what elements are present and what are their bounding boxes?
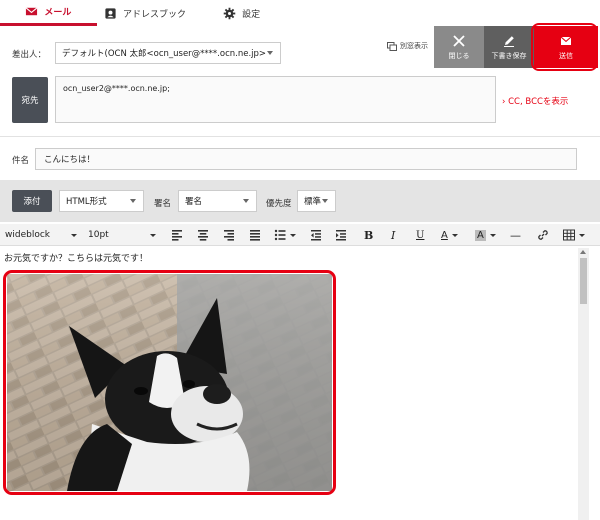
cc-bcc-label: CC, BCCを表示 [508,97,569,107]
tab-settings-label: 設定 [242,9,261,20]
align-right-button[interactable] [223,224,235,246]
align-justify-icon [250,230,260,241]
chevron-down-icon [290,233,296,237]
priority-select[interactable]: 標準 [297,190,336,212]
send-highlight-ring [531,23,598,71]
scrollbar-thumb[interactable] [580,258,587,304]
tab-addressbook-label: アドレスブック [123,9,187,20]
font-color-icon: A [441,229,448,241]
close-icon [453,34,465,47]
chevron-down-icon [322,199,328,203]
align-left-button[interactable] [171,224,183,246]
tab-addressbook[interactable]: アドレスブック [96,0,194,26]
bold-button[interactable]: B [364,224,373,246]
signature-label: 署名 [154,199,172,209]
link-button[interactable] [537,224,549,246]
to-value: ocn_user2@****.ocn.ne.jp; [63,84,170,93]
tab-settings[interactable]: 設定 [193,0,291,26]
close-label: 閉じる [448,51,470,60]
bullet-list-button[interactable] [274,224,296,246]
separate-window-label: 別窓表示 [400,42,428,50]
sender-value: デフォルト(OCN 太郎<ocn_user@****.ocn.ne.jp> [62,49,267,59]
chevron-down-icon [451,233,458,237]
underline-label: U [416,229,425,241]
chevron-down-icon [489,233,496,237]
link-icon [538,230,548,240]
highlight-icon: A [475,229,486,241]
attach-button[interactable]: 添付 [12,190,52,212]
outdent-icon [311,230,321,241]
signature-value: 署名 [185,197,203,207]
close-button[interactable]: 閉じる [434,26,484,68]
bold-label: B [364,228,374,242]
font-family-value: wideblock [5,230,50,240]
indent-icon [336,230,346,241]
priority-value: 標準 [304,197,322,207]
chevron-down-icon [71,233,77,237]
font-family-select[interactable]: wideblock [5,224,77,246]
chevron-down-icon [267,51,273,55]
priority-label: 優先度 [266,199,292,209]
chevron-right-icon: › [502,97,506,107]
subject-field[interactable]: こんにちは！ [35,148,577,170]
tab-mail-label: メール [44,8,72,18]
underline-button[interactable]: U [416,224,424,246]
align-left-icon [172,230,182,241]
format-select[interactable]: HTML形式 [59,190,144,212]
italic-button[interactable]: I [391,224,395,246]
photo-highlight-ring [3,270,336,495]
to-field[interactable]: ocn_user2@****.ocn.ne.jp; [55,76,496,123]
bullet-list-icon [274,229,286,241]
mail-compose-screen: メール アドレスブック 設定 差出人： デフォルト(OCN 太郎<ocn_use… [0,0,600,520]
signature-select[interactable]: 署名 [178,190,257,212]
highlight-color-button[interactable]: A [475,224,496,246]
scroll-up-icon[interactable] [580,250,586,254]
horizontal-rule-icon: — [510,228,521,242]
align-center-icon [198,230,208,241]
table-icon [563,229,575,241]
save-draft-label: 下書き保存 [491,51,527,60]
chevron-down-icon [579,233,585,237]
chevron-down-icon [243,199,249,203]
align-justify-button[interactable] [249,224,261,246]
table-button[interactable] [563,224,585,246]
separate-window-button[interactable]: 別窓表示 [387,41,428,51]
sender-select[interactable]: デフォルト(OCN 太郎<ocn_user@****.ocn.ne.jp> [55,42,281,64]
to-label: 宛先 [21,96,39,106]
cc-bcc-link[interactable]: › CC, BCCを表示 [502,95,568,107]
font-size-select[interactable]: 10pt [88,224,156,246]
message-body-text[interactable]: お元気ですか？こちらは元気です！ [4,251,148,264]
mail-icon [25,7,38,16]
align-center-button[interactable] [197,224,209,246]
to-button[interactable]: 宛先 [12,77,48,123]
subject-label: 件名 [12,156,30,166]
chevron-down-icon [130,199,136,203]
indent-button[interactable] [335,224,347,246]
horizontal-rule-button[interactable]: — [510,224,521,246]
font-color-button[interactable]: A [441,224,458,246]
divider [0,136,600,137]
top-tab-bar: メール アドレスブック 設定 [0,0,291,26]
chevron-down-icon [150,233,156,237]
contact-icon [105,7,116,19]
font-size-value: 10pt [88,230,109,240]
subject-value: こんにちは！ [44,155,96,165]
save-draft-button[interactable]: 下書き保存 [484,26,534,68]
align-right-icon [224,230,234,241]
new-window-icon [387,41,397,51]
tab-mail[interactable]: メール [0,0,97,26]
outdent-button[interactable] [310,224,322,246]
italic-label: I [391,228,396,242]
sender-label: 差出人： [12,50,47,60]
gear-icon [223,7,236,19]
pencil-icon [504,35,514,47]
attach-label: 添付 [23,197,41,207]
format-value: HTML形式 [66,197,107,207]
